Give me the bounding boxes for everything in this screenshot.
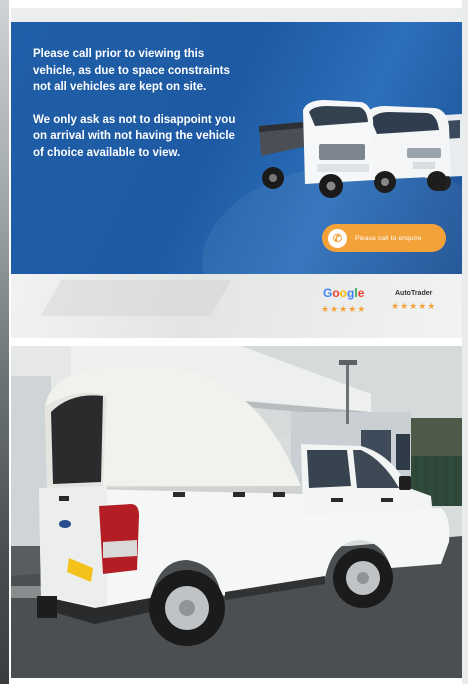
- listing-gallery: Please call prior to viewing this vehicl…: [0, 0, 468, 684]
- autotrader-stars: ★★★★★: [391, 301, 437, 311]
- banner-top-strip: [11, 8, 462, 22]
- white-pickup-with-canopy-icon: [11, 346, 462, 678]
- google-stars: ★★★★★: [321, 304, 367, 314]
- dealer-notice-banner[interactable]: Please call prior to viewing this vehicl…: [11, 8, 462, 338]
- google-review-badge: Google ★★★★★: [321, 286, 366, 315]
- next-image-sliver[interactable]: [462, 0, 468, 684]
- call-to-enquire-button[interactable]: ✆ Please call to enquire: [322, 224, 446, 252]
- previous-image-sliver[interactable]: [0, 0, 9, 684]
- notice-paragraph-1: Please call prior to viewing this vehicl…: [33, 48, 230, 93]
- tipper-truck: [259, 100, 375, 198]
- google-logo: Google: [322, 286, 365, 300]
- notice-text: Please call prior to viewing this vehicl…: [33, 46, 243, 177]
- commercial-vans-image: [259, 100, 462, 198]
- decorative-shade: [40, 280, 232, 316]
- notice-paragraph-2: We only ask as not to disappoint you on …: [33, 113, 236, 159]
- autotrader-logo: AutoTrader: [395, 290, 433, 297]
- reviews-strip: Google ★★★★★ AutoTrader ★★★★★: [11, 274, 462, 338]
- van-middle: [365, 106, 451, 193]
- autotrader-review-badge: AutoTrader ★★★★★: [391, 286, 436, 312]
- vehicle-photo[interactable]: [11, 346, 462, 678]
- call-button-label: Please call to enquire: [355, 234, 422, 242]
- phone-icon: ✆: [328, 228, 347, 248]
